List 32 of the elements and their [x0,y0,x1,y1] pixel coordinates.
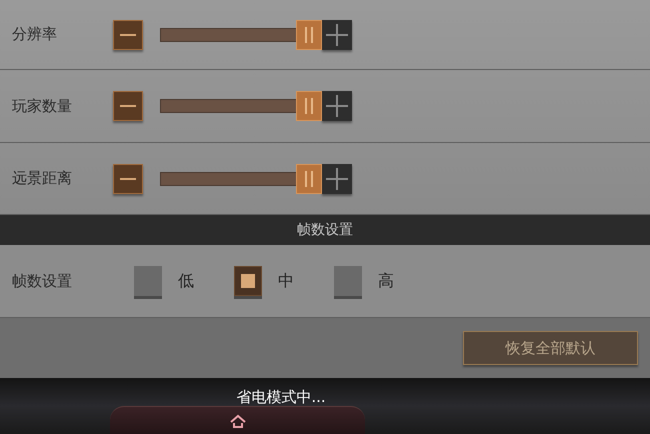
increase-button[interactable] [322,20,352,50]
slider[interactable] [160,20,322,50]
minus-icon [120,32,136,36]
setting-label: 分辨率 [12,24,58,46]
decrease-button[interactable] [113,164,143,194]
plus-icon [326,24,348,46]
slider-thumb[interactable] [296,164,322,194]
decrease-button[interactable] [113,20,143,50]
increase-button[interactable] [322,91,352,121]
slider-thumb[interactable] [296,20,322,50]
minus-icon [120,176,136,180]
setting-label: 远景距离 [12,168,73,190]
minus-icon [120,104,136,108]
radio-option[interactable] [134,266,162,296]
up-chevron-icon [228,414,246,428]
setting-label: 帧数设置 [12,270,73,292]
status-text: 省电模式中... [236,387,326,408]
setting-label: 玩家数量 [12,96,73,117]
slider[interactable] [160,91,322,121]
increase-button[interactable] [322,164,352,194]
radio-option[interactable] [234,266,262,296]
slider[interactable] [160,164,322,194]
decrease-button[interactable] [113,91,143,121]
option-label: 中 [278,270,294,292]
radio-option[interactable] [334,266,362,296]
plus-icon [326,95,348,117]
plus-icon [326,168,348,190]
section-header: 帧数设置 [0,215,650,245]
reset-button[interactable]: 恢复全部默认 [463,331,638,365]
slider-thumb[interactable] [296,91,322,121]
option-label: 高 [378,270,394,292]
option-label: 低 [178,270,194,292]
